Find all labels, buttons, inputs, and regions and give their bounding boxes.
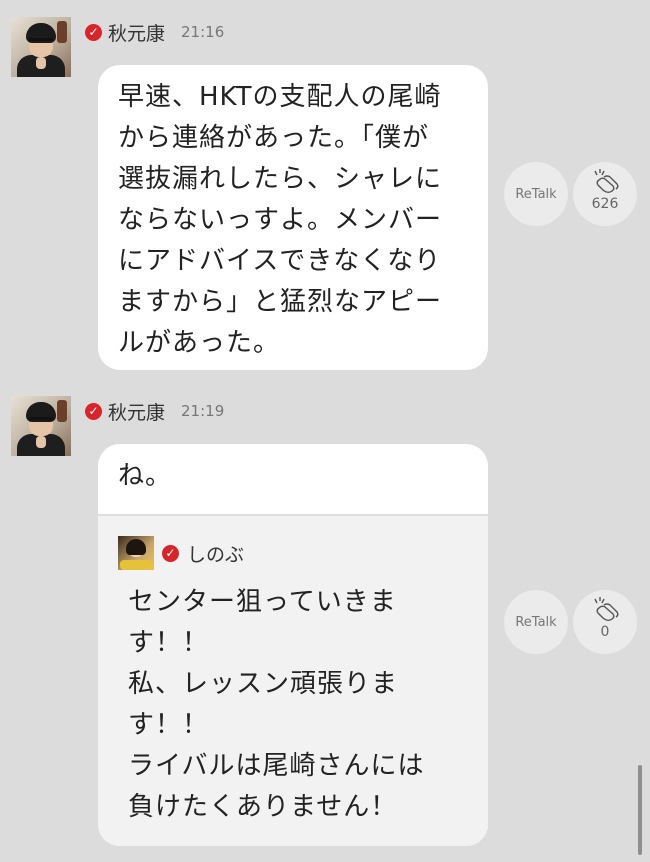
retalk-label: ReTalk [515, 614, 557, 630]
quoted-sender-name[interactable]: しのぶ [187, 540, 244, 567]
message-header: ✓ 秋元康 21:19 [85, 398, 224, 424]
clap-count: 626 [591, 196, 619, 212]
clap-icon [594, 597, 619, 621]
retalk-label: ReTalk [515, 186, 557, 202]
quoted-avatar[interactable] [118, 536, 154, 570]
timestamp: 21:19 [181, 402, 225, 420]
clap-button[interactable]: 626 [573, 162, 637, 226]
retalk-button[interactable]: ReTalk [504, 590, 568, 654]
sender-name[interactable]: 秋元康 [108, 398, 165, 425]
verified-check-icon: ✓ [85, 402, 102, 420]
sender-name[interactable]: 秋元康 [108, 19, 165, 46]
message-header: ✓ 秋元康 21:16 [85, 19, 224, 45]
retalk-button[interactable]: ReTalk [504, 162, 568, 226]
message-text: 早速、HKTの支配人の尾崎 から連絡があった。「僕が 選抜漏れしたら、シャレに … [118, 82, 443, 358]
clap-button[interactable]: 0 [573, 590, 637, 654]
avatar[interactable] [11, 17, 71, 77]
message-bubble[interactable]: 早速、HKTの支配人の尾崎 から連絡があった。「僕が 選抜漏れしたら、シャレに … [98, 65, 488, 370]
timestamp: 21:16 [181, 23, 225, 41]
quoted-text: センター狙っていきま す！！ 私、レッスン頑張りま す！！ ライバルは尾崎さんに… [128, 587, 425, 822]
avatar[interactable] [11, 396, 71, 456]
quoted-header: ✓ しのぶ [118, 536, 244, 570]
clap-count: 0 [600, 624, 610, 640]
message-text: ね。 [118, 461, 173, 491]
quoted-message[interactable]: ✓ しのぶ センター狙っていきま す！！ 私、レッスン頑張りま す！！ ライバル… [98, 514, 488, 846]
scrollbar[interactable] [638, 765, 642, 855]
verified-check-icon: ✓ [162, 544, 179, 562]
verified-check-icon: ✓ [85, 23, 102, 41]
message-bubble[interactable]: ね。 ✓ しのぶ センター狙っていきま す！！ 私、レッスン頑張りま す！！ ラ… [98, 444, 488, 846]
clap-icon [594, 169, 619, 193]
